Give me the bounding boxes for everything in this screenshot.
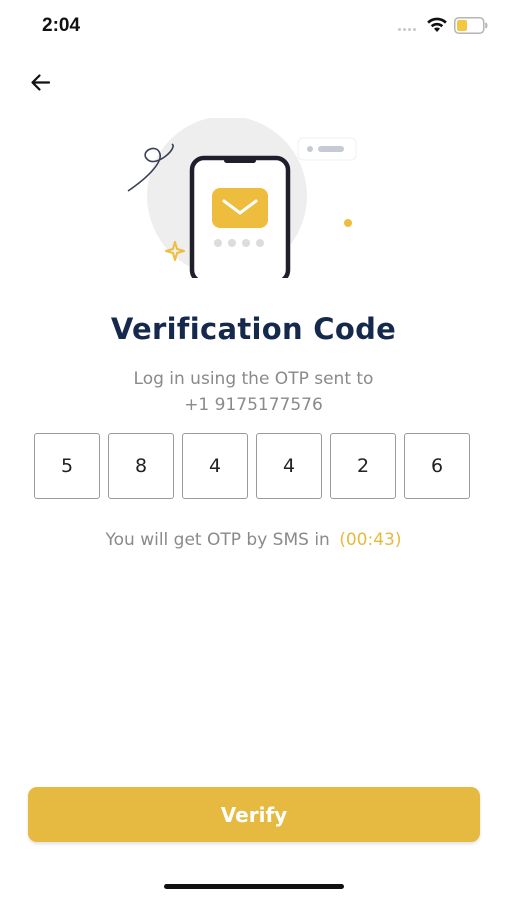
otp-digit-2[interactable]: 8 — [108, 433, 174, 499]
subtitle: Log in using the OTP sent to +1 91751775… — [0, 366, 507, 418]
arrow-left-icon — [31, 74, 51, 91]
back-button[interactable] — [24, 66, 58, 100]
otp-countdown-timer: (00:43) — [339, 530, 402, 550]
wifi-icon — [427, 17, 447, 32]
status-time: 2:04 — [42, 15, 81, 36]
otp-digit-6[interactable]: 6 — [404, 433, 470, 499]
page-title: Verification Code — [110, 312, 397, 346]
otp-digit-1[interactable]: 5 — [34, 433, 100, 499]
battery-icon — [454, 17, 488, 34]
otp-countdown-text: You will get OTP by SMS in — [105, 530, 330, 550]
verify-button-label: Verify — [220, 802, 288, 827]
otp-digit-3[interactable]: 4 — [182, 433, 248, 499]
verify-button[interactable]: Verify — [28, 787, 480, 842]
home-indicator — [164, 884, 344, 889]
phone-envelope-illustration — [127, 118, 357, 278]
otp-digit-4[interactable]: 4 — [256, 433, 322, 499]
cellular-signal-icon — [398, 28, 420, 32]
status-bar: 2:04 — [0, 0, 507, 52]
otp-countdown: You will get OTP by SMS in (00:43) — [0, 530, 507, 550]
otp-digit-5[interactable]: 2 — [330, 433, 396, 499]
subtitle-line-1: Log in using the OTP sent to — [133, 369, 374, 389]
otp-input-group: 5 8 4 4 2 6 — [34, 433, 474, 499]
phone-number: +1 9175177576 — [184, 395, 323, 415]
